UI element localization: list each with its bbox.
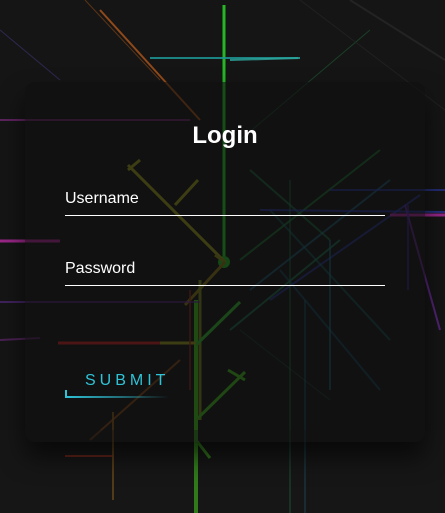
submit-button[interactable]: SUBMIT: [65, 366, 169, 398]
login-card: Login Username Password SUBMIT: [25, 82, 425, 442]
login-title: Login: [192, 122, 258, 149]
submit-label: SUBMIT: [85, 372, 170, 389]
password-field-group: Password: [65, 256, 385, 286]
submit-border-bottom: [65, 396, 169, 398]
username-input[interactable]: [65, 186, 385, 216]
username-field-group: Username: [65, 186, 385, 216]
password-input[interactable]: [65, 256, 385, 286]
